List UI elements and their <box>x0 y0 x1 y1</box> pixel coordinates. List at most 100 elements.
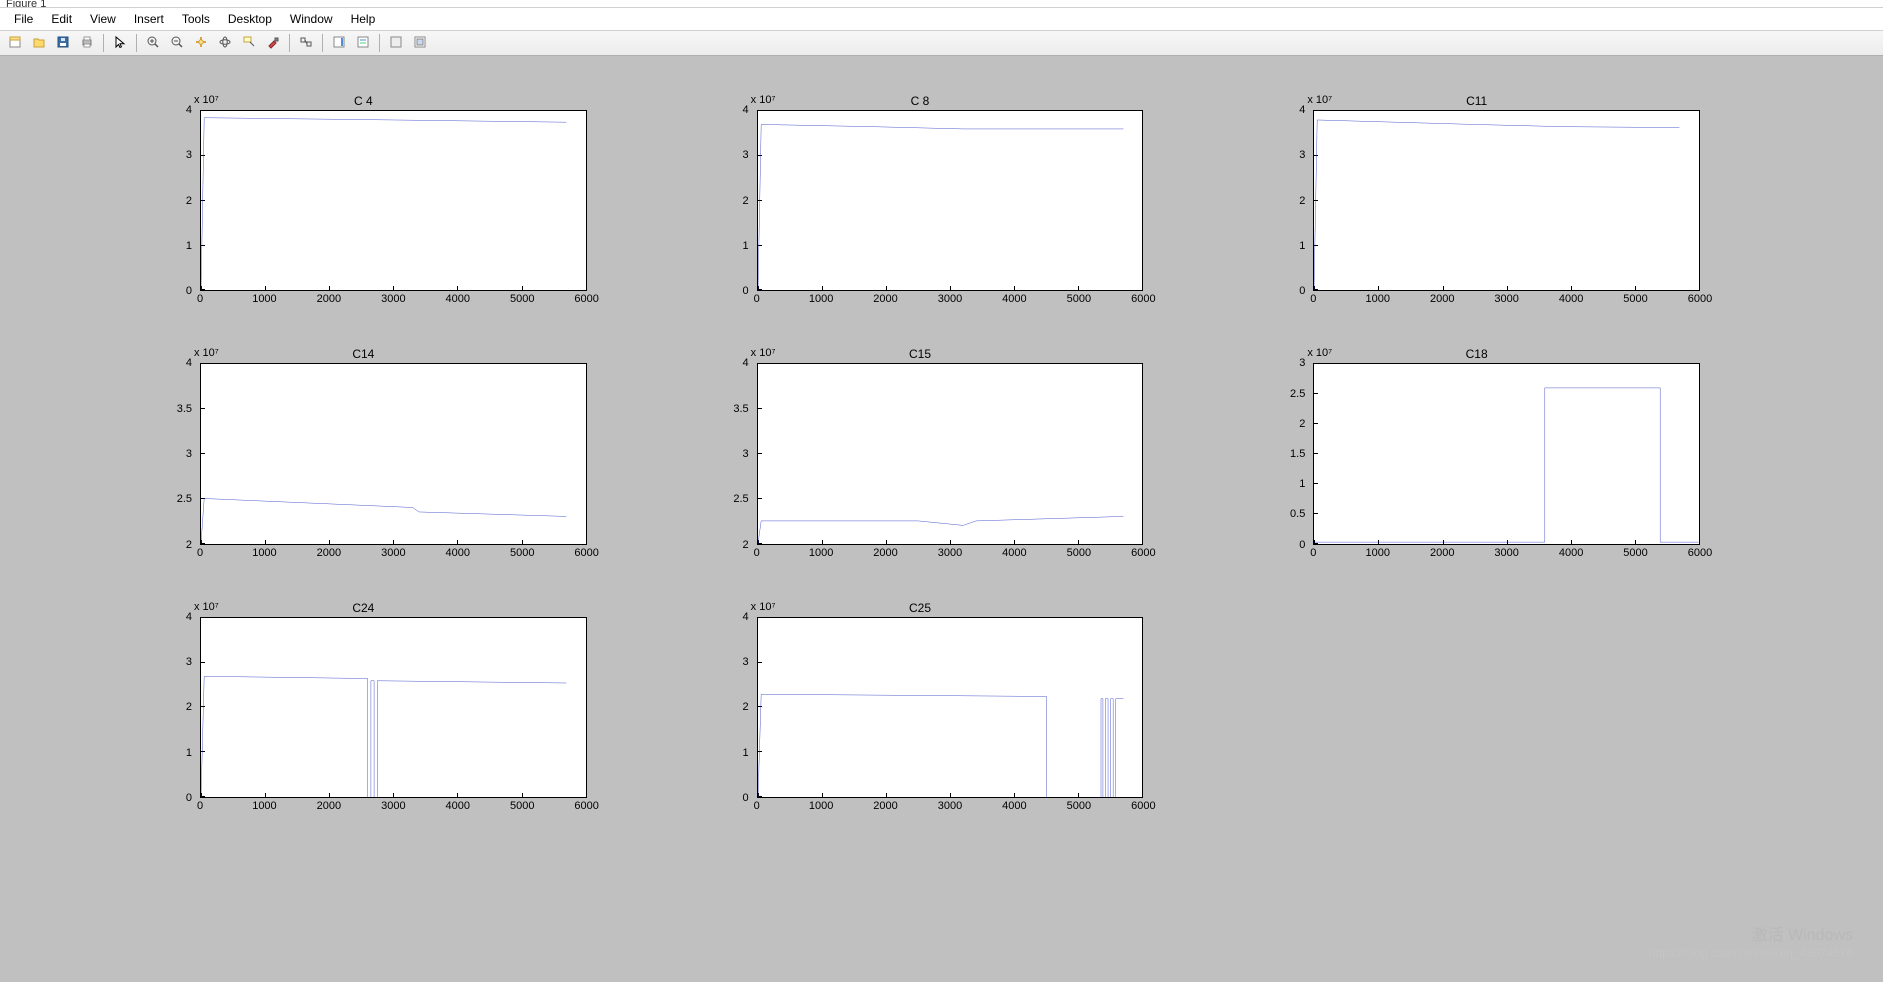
link-icon <box>299 35 313 52</box>
x-tick-label: 4000 <box>1559 547 1583 559</box>
print-button[interactable] <box>76 33 98 53</box>
plot-box <box>200 110 587 291</box>
watermark-main: 激活 Windows <box>1649 926 1853 947</box>
axes-c14[interactable]: x 10⁷C1422.533.5401000200030004000500060… <box>140 349 587 562</box>
colorbar-icon <box>332 35 346 52</box>
y-tick-label: 3 <box>743 448 749 460</box>
axes-c18[interactable]: x 10⁷C1800.511.522.530100020003000400050… <box>1253 349 1700 562</box>
y-tick-label: 0 <box>186 792 192 804</box>
zoom-out-button[interactable] <box>166 33 188 53</box>
y-tick-label: 3 <box>743 149 749 161</box>
x-tick-label: 4000 <box>446 293 470 305</box>
pointer-icon <box>113 35 127 52</box>
y-tick-label: 1.5 <box>1290 448 1305 460</box>
y-tick-label: 0 <box>743 792 749 804</box>
y-tick-label: 2 <box>186 701 192 713</box>
x-tick-label: 6000 <box>574 800 598 812</box>
x-tick-label: 0 <box>197 293 203 305</box>
y-tick-label: 1 <box>743 240 749 252</box>
hide-plot-button[interactable] <box>385 33 407 53</box>
menu-view[interactable]: View <box>82 10 124 28</box>
x-tick-mark <box>1142 793 1143 797</box>
x-ticks: 0100020003000400050006000 <box>757 800 1144 816</box>
menubar: File Edit View Insert Tools Desktop Wind… <box>0 8 1883 30</box>
show-plot-icon <box>413 35 427 52</box>
menu-insert[interactable]: Insert <box>126 10 172 28</box>
x-tick-label: 6000 <box>574 547 598 559</box>
save-icon <box>56 35 70 52</box>
x-tick-label: 1000 <box>252 293 276 305</box>
y-tick-label: 3 <box>1299 149 1305 161</box>
link-button[interactable] <box>295 33 317 53</box>
datacursor-button[interactable] <box>238 33 260 53</box>
y-tick-label: 1 <box>186 240 192 252</box>
x-tick-mark <box>1699 286 1700 290</box>
x-tick-label: 5000 <box>1067 293 1091 305</box>
menu-file[interactable]: File <box>6 10 41 28</box>
series-line <box>201 364 586 543</box>
toolbar-separator <box>136 34 137 52</box>
zoom-in-button[interactable] <box>142 33 164 53</box>
axes-c15[interactable]: x 10⁷C1522.533.5401000200030004000500060… <box>697 349 1144 562</box>
axes-c24[interactable]: x 10⁷C24012340100020003000400050006000 <box>140 603 587 816</box>
y-tick-label: 4 <box>186 611 192 623</box>
x-ticks: 0100020003000400050006000 <box>200 547 587 563</box>
y-tick-label: 3 <box>186 149 192 161</box>
pointer-button[interactable] <box>109 33 131 53</box>
axes-title: C25 <box>697 601 1144 615</box>
y-tick-label: 2 <box>186 539 192 551</box>
axes-title: C 8 <box>697 94 1144 108</box>
x-tick-label: 1000 <box>809 800 833 812</box>
y-tick-label: 2 <box>743 701 749 713</box>
series-line <box>201 618 586 797</box>
new-figure-button[interactable] <box>4 33 26 53</box>
window-title: Figure 1 <box>0 0 1883 8</box>
y-tick-label: 1 <box>1299 478 1305 490</box>
plot-box <box>757 363 1144 544</box>
y-tick-label: 3.5 <box>733 403 748 415</box>
colorbar-button[interactable] <box>328 33 350 53</box>
x-tick-label: 6000 <box>1131 800 1155 812</box>
x-tick-label: 4000 <box>1002 293 1026 305</box>
show-plot-button[interactable] <box>409 33 431 53</box>
y-ticks: 01234 <box>1253 110 1309 291</box>
y-tick-label: 2 <box>1299 195 1305 207</box>
y-tick-label: 2.5 <box>177 493 192 505</box>
series-line <box>1314 364 1699 543</box>
axes-c25[interactable]: x 10⁷C25012340100020003000400050006000 <box>697 603 1144 816</box>
pan-button[interactable] <box>190 33 212 53</box>
axes-c8[interactable]: x 10⁷C 8012340100020003000400050006000 <box>697 96 1144 309</box>
series-line <box>201 111 586 290</box>
y-ticks: 22.533.54 <box>140 363 196 544</box>
y-ticks: 01234 <box>697 110 753 291</box>
menu-tools[interactable]: Tools <box>174 10 218 28</box>
menu-edit[interactable]: Edit <box>43 10 80 28</box>
toolbar-separator <box>379 34 380 52</box>
menu-window[interactable]: Window <box>282 10 341 28</box>
menu-help[interactable]: Help <box>343 10 384 28</box>
x-tick-label: 2000 <box>1430 293 1454 305</box>
y-tick-label: 4 <box>743 611 749 623</box>
x-tick-label: 2000 <box>1430 547 1454 559</box>
legend-button[interactable] <box>352 33 374 53</box>
y-tick-label: 1 <box>1299 240 1305 252</box>
x-tick-label: 3000 <box>938 800 962 812</box>
y-ticks: 01234 <box>140 617 196 798</box>
save-button[interactable] <box>52 33 74 53</box>
series-line <box>758 618 1143 797</box>
x-tick-label: 5000 <box>510 547 534 559</box>
y-tick-label: 0 <box>186 285 192 297</box>
menu-desktop[interactable]: Desktop <box>220 10 280 28</box>
open-button[interactable] <box>28 33 50 53</box>
rotate3d-button[interactable] <box>214 33 236 53</box>
x-ticks: 0100020003000400050006000 <box>757 547 1144 563</box>
x-tick-label: 1000 <box>252 547 276 559</box>
x-tick-label: 6000 <box>1131 547 1155 559</box>
series-line <box>758 364 1143 543</box>
x-tick-label: 3000 <box>1494 293 1518 305</box>
brush-button[interactable] <box>262 33 284 53</box>
axes-c4[interactable]: x 10⁷C 4012340100020003000400050006000 <box>140 96 587 309</box>
series-line <box>1314 111 1699 290</box>
axes-title: C 4 <box>140 94 587 108</box>
axes-c11[interactable]: x 10⁷C11012340100020003000400050006000 <box>1253 96 1700 309</box>
